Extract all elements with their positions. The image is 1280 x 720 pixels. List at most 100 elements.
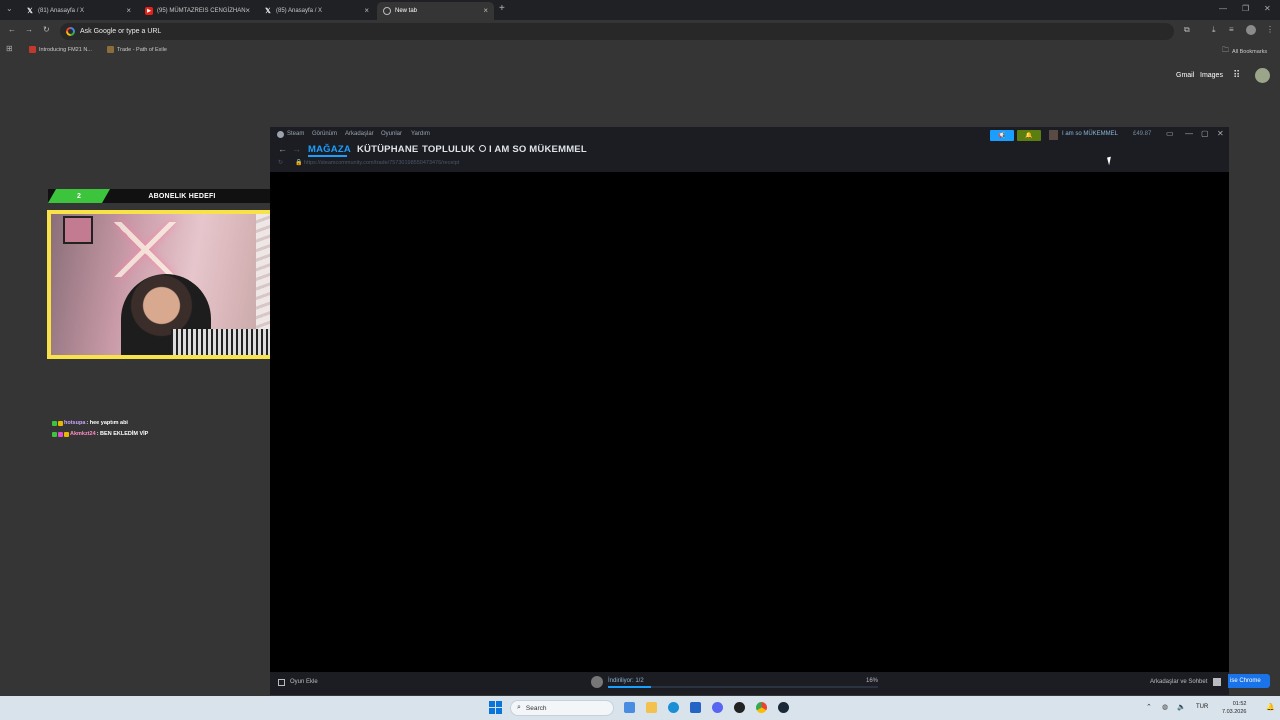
taskbar-clock[interactable]: 01:52 7.03.2026 <box>1222 700 1246 716</box>
steam-taskbar-icon[interactable] <box>778 702 789 713</box>
steam-menu-friends[interactable]: Arkadaşlar <box>345 131 374 137</box>
chat-username: hotsupa <box>64 420 86 426</box>
apps-grid-icon[interactable]: ⊞ <box>6 44 13 53</box>
steam-avatar[interactable] <box>1049 130 1058 140</box>
steam-footer <box>270 672 1229 695</box>
obs-icon[interactable] <box>734 702 745 713</box>
back-icon[interactable]: ← <box>8 25 16 34</box>
profile-avatar[interactable] <box>1246 25 1256 35</box>
tab-search-chevron-icon[interactable]: ⌄ <box>6 4 13 13</box>
steam-nav-library[interactable]: KÜTÜPHANE <box>357 144 418 155</box>
chat-badge-icon <box>52 431 57 437</box>
images-link[interactable]: Images <box>1200 72 1223 79</box>
goal-current-count: 2 <box>48 189 110 203</box>
broadcast-button[interactable]: 📢 <box>990 130 1014 141</box>
close-tab-icon[interactable]: × <box>364 6 369 15</box>
copilot-icon[interactable] <box>624 702 635 713</box>
browser-tab[interactable]: 𝕏 (81) Anasayfa / X × <box>20 2 137 20</box>
neon-logo-light <box>111 222 201 277</box>
volume-icon[interactable]: 🔈 <box>1177 703 1186 711</box>
forward-icon[interactable]: → <box>25 25 33 34</box>
close-tab-icon[interactable]: × <box>245 6 250 15</box>
bookmark-label: Trade - Path of Exile <box>117 46 167 53</box>
steam-nav-profile[interactable]: I AM SO MÜKEMMEL <box>489 144 587 155</box>
network-icon[interactable]: ◍ <box>1162 703 1168 711</box>
all-bookmarks[interactable]: 🗀 All Bookmarks <box>1222 46 1267 57</box>
menu-kebab-icon[interactable]: ⋮ <box>1266 25 1274 34</box>
bookmark-item[interactable]: Introducing FM21 N... <box>29 46 92 53</box>
browser-tab[interactable]: ▶ (95) MÜMTAZREIS CENGİZHAN × <box>139 2 256 20</box>
chrome-icon <box>383 7 391 15</box>
clock-time: 01:52 <box>1232 701 1247 707</box>
x-logo-icon: 𝕏 <box>265 8 271 15</box>
restore-icon[interactable]: ❐ <box>1242 4 1249 13</box>
steam-menu-steam[interactable]: Steam <box>287 131 304 137</box>
steam-window <box>270 127 1229 695</box>
reload-icon[interactable]: ↻ <box>43 25 50 34</box>
steam-minimize-icon[interactable]: — <box>1185 129 1193 138</box>
youtube-icon: ▶ <box>145 7 153 15</box>
bookmark-item[interactable]: Trade - Path of Exile <box>107 46 167 53</box>
download-status[interactable]: İndiriliyor: 1/2 <box>608 678 644 684</box>
gmail-link[interactable]: Gmail <box>1176 72 1194 79</box>
chat-icon[interactable] <box>1213 678 1221 686</box>
chat-badge-icon <box>58 431 63 437</box>
taskbar-search[interactable]: ⌕ Search <box>510 700 614 716</box>
steam-nav-community[interactable]: TOPLULUK <box>422 144 475 155</box>
notifications-button[interactable]: 🔔 <box>1017 130 1041 141</box>
steam-back-icon[interactable]: ← <box>278 144 287 154</box>
input-language[interactable]: TUR <box>1196 704 1208 710</box>
close-window-icon[interactable]: ✕ <box>1264 4 1271 13</box>
steam-forward-icon[interactable]: → <box>292 144 301 154</box>
big-picture-icon[interactable]: ▭ <box>1166 129 1174 138</box>
bookmark-favicon-icon <box>29 46 36 53</box>
minimize-icon[interactable]: — <box>1219 4 1227 13</box>
steam-menu-view[interactable]: Görünüm <box>312 131 337 137</box>
download-progress-track <box>651 686 878 688</box>
omnibox[interactable]: Ask Google or type a URL <box>60 23 1174 40</box>
profile-status-icon <box>479 145 486 152</box>
tab-title: (95) MÜMTAZREIS CENGİZHAN <box>157 8 246 14</box>
tray-chevron-icon[interactable]: ⌃ <box>1146 703 1152 711</box>
close-tab-icon[interactable]: × <box>126 6 131 15</box>
notifications-icon[interactable]: 🔔 <box>1266 703 1275 711</box>
x-logo-icon: 𝕏 <box>27 8 33 15</box>
steam-nav-store[interactable]: MAĞAZA <box>308 144 351 155</box>
chrome-prompt-pill[interactable]: ise Chrome <box>1228 674 1270 688</box>
google-icon <box>66 27 75 36</box>
browser-tab-active[interactable]: New tab × <box>377 2 494 20</box>
google-apps-icon[interactable]: ⠿ <box>1233 70 1240 81</box>
windows-start-icon[interactable] <box>489 701 502 714</box>
folder-icon: 🗀 <box>1222 47 1229 54</box>
file-explorer-icon[interactable] <box>646 702 657 713</box>
close-tab-icon[interactable]: × <box>483 6 488 15</box>
extensions-icon[interactable]: ⧉ <box>1184 25 1190 35</box>
discord-icon[interactable] <box>712 702 723 713</box>
friends-chat-button[interactable]: Arkadaşlar ve Sohbet <box>1150 679 1207 685</box>
account-avatar[interactable] <box>1255 68 1270 83</box>
goal-title: ABONELIK HEDEFI <box>148 192 216 200</box>
add-game-button[interactable]: Oyun Ekle <box>290 679 318 685</box>
download-progress-fill <box>608 686 651 688</box>
clock-date: 7.03.2026 <box>1222 709 1247 715</box>
all-bookmarks-label: All Bookmarks <box>1232 48 1268 55</box>
steam-maximize-icon[interactable]: ▢ <box>1201 129 1209 138</box>
new-tab-button[interactable]: + <box>499 3 505 14</box>
steam-reload-icon[interactable]: ↻ <box>278 159 283 166</box>
download-percent: 16% <box>866 678 879 684</box>
account-name[interactable]: I am so MÜKEMMEL <box>1062 131 1118 137</box>
steam-menu-help[interactable]: Yardım <box>411 131 430 137</box>
steam-close-icon[interactable]: ✕ <box>1217 129 1224 138</box>
steam-menu-games[interactable]: Oyunlar <box>381 131 402 137</box>
media-icon[interactable]: ≡ <box>1229 25 1234 34</box>
edge-icon[interactable] <box>668 702 679 713</box>
omnibox-placeholder: Ask Google or type a URL <box>80 28 162 35</box>
megaphone-icon: 📢 <box>998 133 1006 139</box>
store-icon[interactable] <box>690 702 701 713</box>
download-game-thumb <box>591 676 603 688</box>
streamer-shirt <box>171 329 281 355</box>
steam-url[interactable]: https://steamcommunity.com/trade/7573019… <box>304 160 459 166</box>
download-icon[interactable]: ⤓ <box>1212 25 1216 35</box>
chrome-taskbar-icon[interactable] <box>756 702 767 713</box>
browser-tab[interactable]: 𝕏 (85) Anasayfa / X × <box>258 2 375 20</box>
